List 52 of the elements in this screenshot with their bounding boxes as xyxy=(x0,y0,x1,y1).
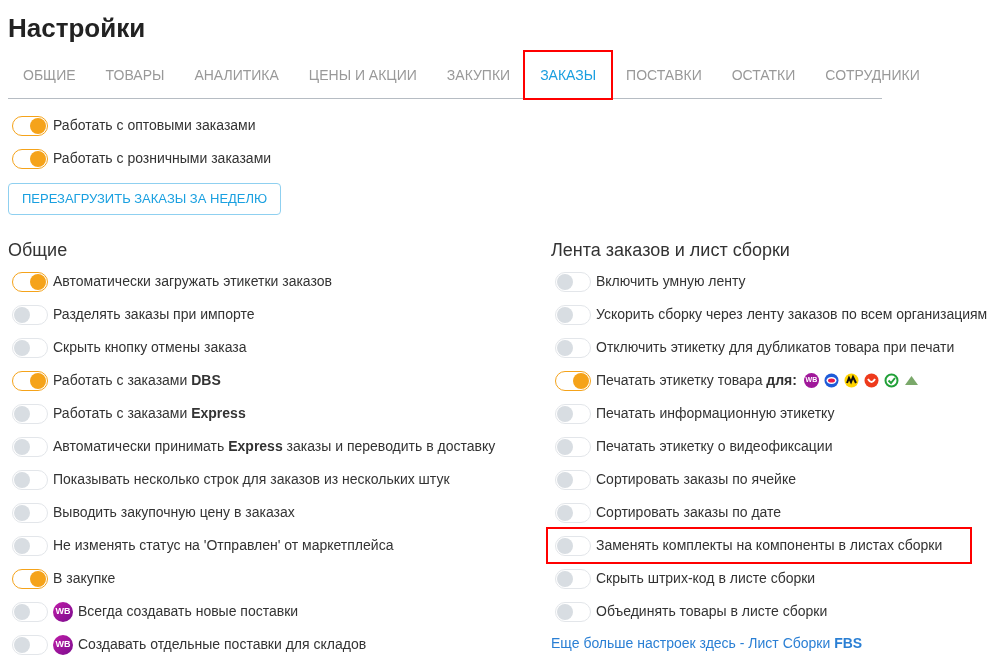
page-title: Настройки xyxy=(8,12,147,44)
setting-label: Печатать информационную этикетку xyxy=(596,404,835,423)
setting-label: Работать с розничными заказами xyxy=(53,149,272,168)
triangle-logo-icon xyxy=(903,375,919,386)
toggle-switch[interactable] xyxy=(555,370,591,391)
wb-logo-icon: WB xyxy=(53,601,73,622)
wb-logo-icon: WB xyxy=(53,634,73,655)
setting-label: Разделять заказы при импорте xyxy=(53,305,255,324)
setting-label: Сортировать заказы по дате xyxy=(596,503,782,522)
section-heading: Лента заказов и лист сборки xyxy=(551,239,791,262)
setting-label: Печатать этикетку о видеофиксации xyxy=(596,437,833,456)
tab[interactable]: ОБЩИЕ xyxy=(8,52,91,98)
tab[interactable]: ЗАКУПКИ xyxy=(431,52,526,98)
more-settings-link[interactable]: Еще больше настроек здесь - Лист Сборки FBS xyxy=(551,633,995,654)
reload-orders-button[interactable]: ПЕРЕЗАГРУЗИТЬ ЗАКАЗЫ ЗА НЕДЕЛЮ xyxy=(8,183,282,215)
setting-label: Работать с заказами Express xyxy=(53,404,246,423)
section-heading: Общие xyxy=(8,239,69,262)
setting-label: Скрыть кнопку отмены заказа xyxy=(53,338,247,357)
tab[interactable]: АНАЛИТИКА xyxy=(179,52,294,98)
toggle-switch[interactable] xyxy=(12,568,48,589)
setting-label: Отключить этикетку для дубликатов товара при печати xyxy=(596,338,955,357)
toggle-switch[interactable] xyxy=(12,148,48,169)
tab[interactable]: ПОСТАВКИ xyxy=(611,52,717,98)
setting-label: Сортировать заказы по ячейке xyxy=(596,470,796,489)
tab[interactable]: ТОВАРЫ xyxy=(90,52,180,98)
tab[interactable]: СОТРУДНИКИ xyxy=(810,52,935,98)
setting-label: Объединять товары в листе сборки xyxy=(596,602,828,621)
setting-label: Автоматически принимать Express заказы и переводить в доставку xyxy=(53,437,496,456)
setting-label: Заменять комплекты на компоненты в листах сборки xyxy=(596,536,943,555)
setting-label: Печатать этикетку товара для: xyxy=(596,371,797,390)
zigzag-logo-icon xyxy=(843,373,859,388)
tab[interactable]: ЗАКАЗЫ xyxy=(525,52,612,98)
setting-label: Показывать несколько строк для заказов из нескольких штук xyxy=(53,470,450,489)
setting-label: Ускорить сборку через ленту заказов по всем организациям xyxy=(596,305,988,324)
toggle-switch[interactable] xyxy=(12,271,48,292)
tab[interactable]: ЦЕНЫ И АКЦИИ xyxy=(293,52,432,98)
setting-label: Всегда создавать новые поставки xyxy=(78,602,299,621)
smile-logo-icon xyxy=(863,373,879,388)
setting-label: Создавать отдельные поставки для складов xyxy=(78,635,367,654)
setting-label: Включить умную ленту xyxy=(596,272,746,291)
ring-logo-icon xyxy=(823,373,839,388)
setting-label: Работать с оптовыми заказами xyxy=(53,116,256,135)
setting-label: В закупке xyxy=(53,569,116,588)
toggle-switch[interactable] xyxy=(12,115,48,136)
setting-label: Автоматически загружать этикетки заказов xyxy=(53,272,332,291)
tab[interactable]: ОСТАТКИ xyxy=(716,52,811,98)
setting-label: Не изменять статус на 'Отправлен' от маркетплейса xyxy=(53,536,394,555)
setting-label: Работать с заказами DBS xyxy=(53,371,221,390)
setting-label: Выводить закупочную цену в заказах xyxy=(53,503,295,522)
check-circle-icon xyxy=(883,373,899,388)
toggle-switch[interactable] xyxy=(12,370,48,391)
setting-label: Скрыть штрих-код в листе сборки xyxy=(596,569,816,588)
